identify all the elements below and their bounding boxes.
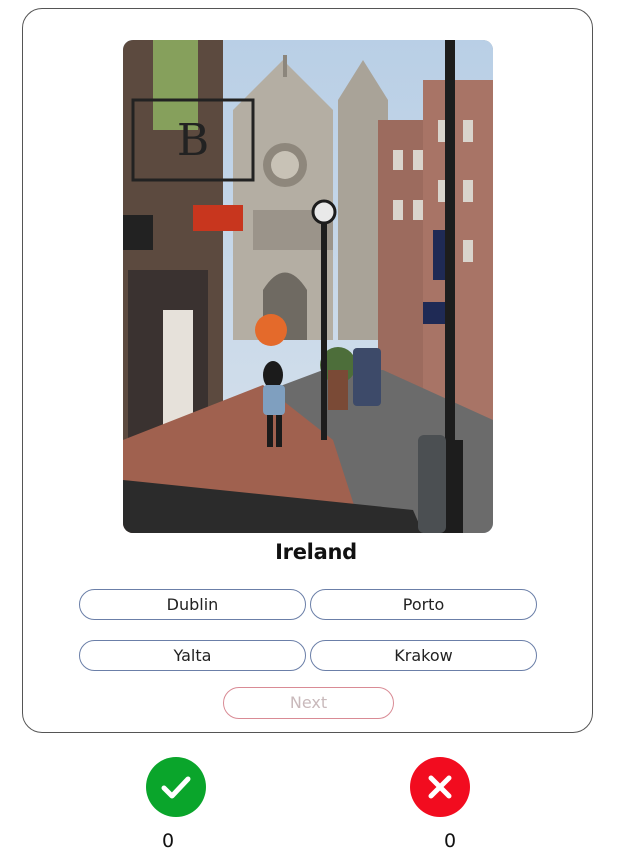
answer-option-4[interactable]: Krakow — [310, 640, 537, 671]
city-street-photo: B — [123, 40, 493, 533]
next-button[interactable]: Next — [223, 687, 394, 719]
correct-count: 0 — [161, 830, 175, 852]
close-icon — [410, 757, 470, 817]
country-label: Ireland — [275, 540, 357, 564]
answer-option-1[interactable]: Dublin — [79, 589, 306, 620]
wrong-count: 0 — [443, 830, 457, 852]
answer-option-2[interactable]: Porto — [310, 589, 537, 620]
answer-option-3[interactable]: Yalta — [79, 640, 306, 671]
check-icon — [146, 757, 206, 817]
svg-text:B: B — [177, 115, 209, 166]
